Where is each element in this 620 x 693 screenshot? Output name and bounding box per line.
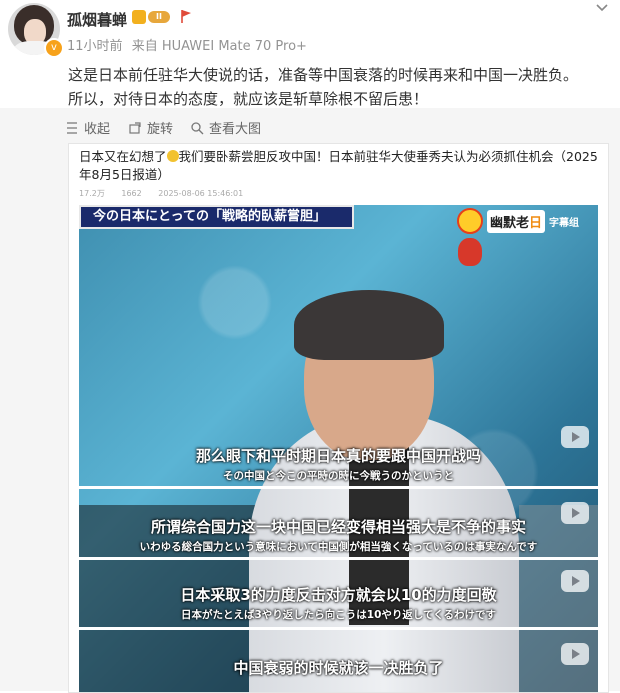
speaker-hair	[294, 290, 444, 360]
frame-divider	[79, 627, 598, 630]
username[interactable]: 孤烟暮蝉	[67, 9, 127, 30]
flag-icon	[181, 10, 191, 23]
view-count: 17.2万	[79, 189, 105, 198]
collapse-button[interactable]: 收起	[65, 118, 110, 137]
logo-text: 幽默老日	[487, 209, 546, 233]
logo-sub: 字幕组	[549, 217, 580, 229]
subtitle-jp: その中国と今この平時の時に今戦うのかというと	[223, 470, 454, 482]
view-large-label: 查看大图	[209, 122, 262, 137]
article-image[interactable]: 日本又在幻想了 我们要卧薪尝胆反攻中国！日本前驻华大使垂秀夫认为必须抓住机会（20…	[68, 143, 609, 693]
emoji-icon	[166, 150, 179, 162]
rotate-button[interactable]: 旋转	[128, 118, 173, 137]
rotate-icon	[129, 121, 141, 134]
video-title-banner: 今の日本にとっての「戦略的臥薪嘗胆」	[79, 205, 354, 229]
smile-logo-icon	[457, 208, 483, 234]
post-time: 11小时前	[67, 39, 123, 54]
subtitle-jp: 日本がたとえば3やり返したら向こうは10やり返してくるわけです	[180, 609, 497, 621]
subtitle-cn: 所谓综合国力这一块中国已经变得相当强大是不争的事实	[150, 518, 526, 536]
collapse-icon	[67, 121, 77, 134]
subtitle-cn: 日本采取3的力度反击对方就会以10的力度回敬	[180, 586, 497, 604]
frame-divider	[79, 486, 598, 489]
article-stats: 17.2万 1662 2025-08-06 15:46:01	[79, 188, 257, 199]
rotate-label: 旋转	[147, 122, 174, 137]
post-text-line: 这是日本前任驻华大使说的话，准备等中国衰落的时候再来和中国一决胜负。	[68, 66, 579, 84]
logo-prefix: 幽默老	[490, 215, 530, 231]
frame-divider	[79, 557, 598, 560]
chevron-down-icon[interactable]	[594, 0, 610, 16]
article-headline: 日本又在幻想了 我们要卧薪尝胆反攻中国！日本前驻华大使垂秀夫认为必须抓住机会（20…	[79, 148, 599, 184]
video-frame[interactable]: 今の日本にとっての「戦略的臥薪嘗胆」 幽默老日 字幕组 那么眼下和平时期日本真的…	[79, 205, 598, 692]
collapse-label: 收起	[84, 122, 111, 137]
headline-part1: 日本又在幻想了	[79, 149, 167, 164]
view-large-button[interactable]: 查看大图	[190, 118, 261, 137]
level-badge: II	[148, 11, 170, 23]
daruma-icon	[458, 238, 482, 266]
subtitle-cn: 中国衰弱的时候就该一决胜负了	[233, 659, 444, 677]
subtitle-group-logo: 幽默老日 字幕组	[457, 207, 579, 235]
subtitle-jp: いわゆる総合国力という意味において中国側が相当強くなっているのは事実なんです	[139, 541, 538, 553]
comment-count: 1662	[121, 189, 142, 198]
post-text: 这是日本前任驻华大使说的话，准备等中国衰落的时候再来和中国一决胜负。 所以，对待…	[68, 63, 608, 111]
post-meta: 11小时前 来自 HUAWEI Mate 70 Pro+	[67, 35, 307, 54]
crown-icon	[132, 10, 146, 24]
post-source[interactable]: 来自 HUAWEI Mate 70 Pro+	[132, 39, 307, 54]
logo-highlight: 日	[529, 215, 543, 231]
subtitle-cn: 那么眼下和平时期日本真的要跟中国开战吗	[195, 447, 481, 465]
magnify-icon	[191, 121, 204, 134]
verified-icon: v	[44, 38, 64, 58]
article-date: 2025-08-06 15:46:01	[158, 189, 244, 198]
